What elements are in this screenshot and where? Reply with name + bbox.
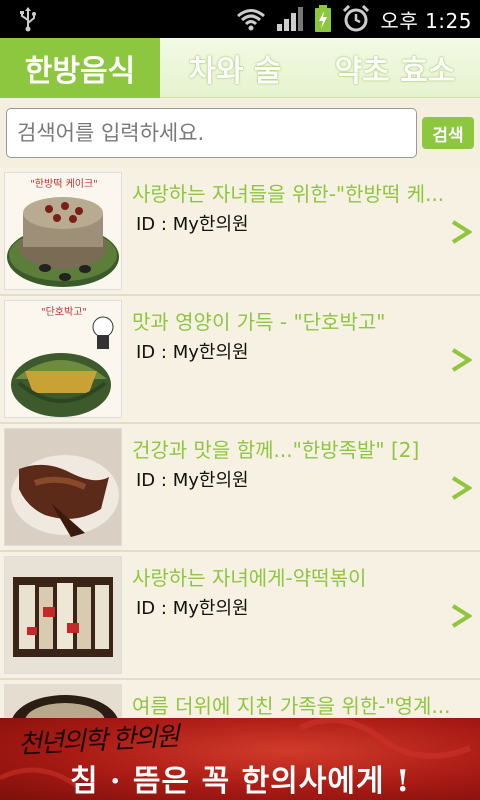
tab-herbal-food[interactable]: 한방음식 <box>0 38 160 98</box>
chevron-right-icon[interactable] <box>450 220 472 244</box>
tab-herb-enzyme[interactable]: 약초 효소 <box>310 38 480 98</box>
post-title: 사랑하는 자녀에게-약떡볶이 <box>132 566 367 590</box>
list-item[interactable]: "한방떡 케이크" 사랑하는 자녀들을 위한-"한방떡 케... ID : My… <box>0 168 480 296</box>
id-label: ID : <box>136 598 167 619</box>
post-author: ID : My한의원 <box>136 466 249 492</box>
usb-icon <box>20 7 36 32</box>
post-thumbnail <box>4 684 122 718</box>
post-thumbnail: "한방떡 케이크" <box>4 172 122 290</box>
post-thumbnail <box>4 428 122 546</box>
signal-icon <box>277 7 304 31</box>
post-list: "한방떡 케이크" 사랑하는 자녀들을 위한-"한방떡 케... ID : My… <box>0 168 480 718</box>
id-label: ID : <box>136 342 167 363</box>
clock: 오후 1:25 <box>380 8 472 33</box>
post-title: 여름 더위에 지친 가족을 위한-"영계... <box>132 694 451 718</box>
ad-banner[interactable]: 천년의학 한의원 침 · 뜸은 꼭 한의사에게 ! <box>0 718 480 800</box>
post-author: ID : My한의원 <box>136 594 249 620</box>
id-label: ID : <box>136 214 167 235</box>
author-name: My한의원 <box>172 214 249 235</box>
status-bar: 오후 1:25 <box>0 0 480 38</box>
post-author: ID : My한의원 <box>136 210 249 236</box>
post-thumbnail <box>4 556 122 674</box>
chevron-right-icon[interactable] <box>450 476 472 500</box>
thumbnail-caption: "단호박고" <box>41 307 87 318</box>
list-item[interactable]: 여름 더위에 지친 가족을 위한-"영계... <box>0 680 480 718</box>
post-author: ID : My한의원 <box>136 338 249 364</box>
search-input[interactable] <box>6 108 417 158</box>
battery-charging-icon <box>315 5 332 32</box>
author-name: My한의원 <box>172 342 249 363</box>
chevron-right-icon[interactable] <box>450 348 472 372</box>
list-item[interactable]: 건강과 맛을 함께..."한방족발" [2] ID : My한의원 <box>0 424 480 552</box>
category-tabs: 한방음식 차와 술 약초 효소 <box>0 38 480 98</box>
author-name: My한의원 <box>172 470 249 491</box>
post-title: 사랑하는 자녀들을 위한-"한방떡 케... <box>132 182 445 206</box>
id-label: ID : <box>136 470 167 491</box>
search-button[interactable]: 검색 <box>422 117 474 149</box>
post-title: 건강과 맛을 함께..."한방족발" [2] <box>132 438 420 462</box>
post-title: 맛과 영양이 가득 - "단호박고" <box>132 310 386 334</box>
alarm-icon <box>343 5 370 32</box>
author-name: My한의원 <box>172 598 249 619</box>
chevron-right-icon[interactable] <box>450 604 472 628</box>
list-item[interactable]: "단호박고" 맛과 영양이 가득 - "단호박고" ID : My한의원 <box>0 296 480 424</box>
thumbnail-caption: "한방떡 케이크" <box>30 179 98 190</box>
search-bar <box>0 98 480 168</box>
tab-tea-and-liquor[interactable]: 차와 술 <box>160 38 310 98</box>
list-item[interactable]: 사랑하는 자녀에게-약떡볶이 ID : My한의원 <box>0 552 480 680</box>
post-thumbnail: "단호박고" <box>4 300 122 418</box>
ad-headline: 침 · 뜸은 꼭 한의사에게 ! <box>70 764 411 799</box>
wifi-icon <box>237 9 266 31</box>
